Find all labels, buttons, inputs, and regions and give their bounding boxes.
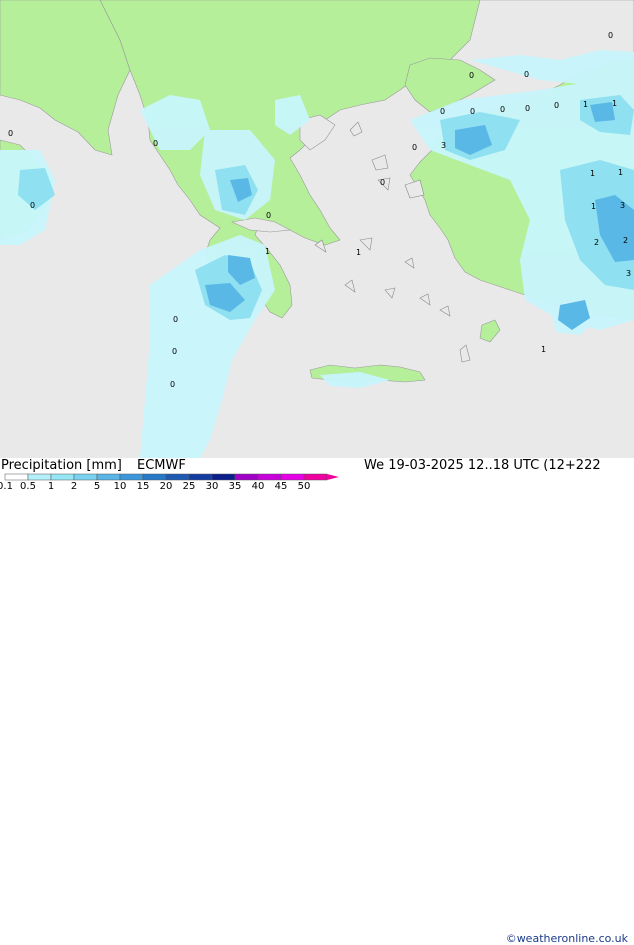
map-label: 1	[583, 100, 588, 109]
legend-swatch	[27, 473, 52, 481]
legend-tick-label: 0.5	[20, 481, 36, 492]
legend-swatch	[280, 473, 305, 481]
legend-swatch	[73, 473, 98, 481]
precipitation-label: Precipitation [mm]	[1, 458, 122, 473]
map-label: 0	[554, 101, 559, 110]
map-label: 0	[412, 143, 417, 152]
legend-tick-label: 30	[205, 481, 219, 492]
legend-tick-label: 0.1	[0, 481, 13, 492]
map-label: 1	[356, 248, 361, 257]
legend-arrow	[327, 474, 339, 480]
map-label: 1	[541, 345, 546, 354]
legend-swatch	[119, 473, 144, 481]
map-label: 0	[173, 315, 178, 324]
map-label: 0	[266, 211, 271, 220]
legend-swatch	[165, 473, 190, 481]
map-label: 1	[265, 247, 270, 256]
map-label: 3	[441, 141, 446, 150]
map-label: 0	[500, 105, 505, 114]
legend-swatch	[188, 473, 213, 481]
legend-tick-label: 1	[47, 481, 55, 492]
map-label: 1	[591, 202, 596, 211]
validity-label: We 19-03-2025 12..18 UTC (12+222	[364, 458, 601, 473]
map-label: 0	[524, 70, 529, 79]
legend-tick-label: 45	[274, 481, 288, 492]
precipitation-map: 0 0 0 0 0 0 0 0 0 0 1 1 1 1 1 1 2 2 3 3 …	[0, 0, 634, 458]
map-label: 0	[8, 129, 13, 138]
legend-swatch	[50, 473, 75, 481]
legend-swatch	[211, 473, 236, 481]
map-label: 0	[153, 139, 158, 148]
model-label: ECMWF	[137, 458, 186, 473]
legend-swatch	[142, 473, 167, 481]
legend-swatch	[4, 473, 29, 481]
map-label: 1	[618, 168, 623, 177]
legend-tick-label: 50	[297, 481, 311, 492]
map-label: 0	[608, 31, 613, 40]
map-label: 0	[469, 71, 474, 80]
map-label: 0	[380, 178, 385, 187]
map-label: 1	[612, 99, 617, 108]
legend-swatch	[96, 473, 121, 481]
legend-tick-label: 40	[251, 481, 265, 492]
map-label: 2	[594, 238, 599, 247]
map-label: 0	[170, 380, 175, 389]
map-label: 0	[440, 107, 445, 116]
map-label: 0	[525, 104, 530, 113]
map-label: 3	[620, 201, 625, 210]
legend-tick-label: 20	[159, 481, 173, 492]
legend-swatch	[257, 473, 282, 481]
map-label: 3	[626, 269, 631, 278]
map-label: 0	[30, 201, 35, 210]
legend-tick-label: 10	[113, 481, 127, 492]
legend-tick-label: 25	[182, 481, 196, 492]
legend-swatch	[234, 473, 259, 481]
credit-label: ©weatheronline.co.uk	[505, 932, 628, 945]
legend-tick-label: 35	[228, 481, 242, 492]
legend-tick-label: 15	[136, 481, 150, 492]
legend-tick-label: 2	[70, 481, 78, 492]
legend-tick-label: 5	[93, 481, 101, 492]
map-label: 1	[590, 169, 595, 178]
map-label: 2	[623, 236, 628, 245]
map-label: 0	[172, 347, 177, 356]
legend-swatch	[303, 473, 328, 481]
map-label: 0	[470, 107, 475, 116]
